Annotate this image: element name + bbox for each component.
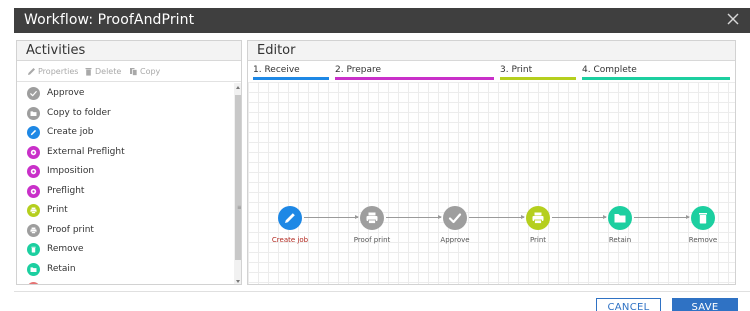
stage-4: 4. Complete [582, 62, 730, 82]
activity-label: Retain [47, 263, 76, 274]
trash-icon [691, 206, 715, 230]
save-button[interactable]: SAVE [672, 298, 738, 311]
activity-label: External Preflight [47, 146, 125, 157]
activity-label: Approve [47, 88, 85, 98]
window-title: Workflow: ProofAndPrint [24, 12, 195, 28]
activity-item[interactable]: Create job [17, 123, 234, 143]
gear-icon [27, 184, 40, 198]
activity-label: Remove [47, 244, 84, 254]
activity-label: Proof print [47, 224, 94, 235]
node-label: Print [529, 236, 547, 244]
copy-label: Copy [140, 67, 161, 76]
node-label: Create job [271, 236, 309, 244]
activity-label: Imposition [47, 166, 95, 176]
pencil-icon [27, 126, 40, 139]
stage-label: 3. Print [500, 65, 533, 75]
editor-title: Editor [257, 43, 296, 58]
activity-item[interactable]: Preflight [17, 182, 234, 202]
stage-bar [500, 77, 576, 80]
pencil-icon [28, 68, 35, 75]
printer-icon [360, 206, 384, 230]
footer-divider [14, 291, 750, 292]
stage-bar [582, 77, 730, 80]
activity-item[interactable]: External Preflight [17, 143, 234, 163]
trash-icon [27, 243, 40, 256]
stage-3: 3. Print [500, 62, 576, 82]
stage-label: 2. Prepare [335, 65, 382, 75]
stage-label: 1. Receive [253, 65, 300, 75]
activities-header: Activities [17, 41, 241, 61]
scroll-up-arrow[interactable] [236, 86, 240, 89]
activity-item[interactable]: Copy to folder [17, 104, 234, 124]
grip-icon: ≡ [237, 204, 242, 211]
stage-label: 4. Complete [582, 65, 637, 75]
activities-toolbar: Properties Delete Copy [17, 62, 241, 82]
gear-icon [27, 165, 40, 178]
node-label: Remove [688, 236, 718, 244]
editor-panel: Editor 1. Receive 2. Prepare 3. Print 4. Co… [247, 40, 736, 285]
activity-label: Copy to folder [47, 107, 111, 118]
workflow-node[interactable]: Create job [260, 206, 320, 246]
printer-icon [27, 223, 40, 237]
activity-label: Preflight [47, 185, 85, 196]
workflow-node[interactable]: Print [508, 206, 568, 246]
activities-title: Activities [26, 43, 86, 58]
close-icon[interactable] [725, 11, 741, 27]
delete-label: Delete [95, 67, 122, 76]
gear-icon [27, 145, 40, 159]
activities-scrollbar[interactable]: ≡ [234, 83, 242, 284]
workflow-canvas[interactable]: Create job Proof print Approve Print Retain R… [248, 82, 735, 284]
title-bar: Workflow: ProofAndPrint [14, 8, 750, 33]
workflow-node[interactable]: Retain [590, 206, 650, 246]
check-icon [27, 87, 40, 100]
activity-item[interactable]: Print [17, 201, 234, 221]
activities-list: Approve Copy to folder Create job External … [17, 83, 234, 284]
copy-icon [130, 68, 138, 76]
pencil-icon [278, 206, 302, 230]
trash-icon [85, 68, 92, 76]
stage-bar [253, 77, 329, 80]
editor-header: Editor [248, 41, 735, 61]
activity-label: Create job [47, 127, 94, 137]
stage-1: 1. Receive [253, 62, 329, 82]
stage-bar [335, 77, 494, 80]
folder-icon [27, 106, 40, 120]
stage-2: 2. Prepare [335, 62, 494, 82]
node-label: Retain [608, 236, 632, 244]
properties-label: Properties [38, 67, 79, 76]
activity-label: Print [47, 205, 68, 215]
activity-item[interactable]: Retain [17, 260, 234, 280]
activity-item[interactable]: Remove [17, 240, 234, 260]
activity-item-partial [27, 282, 40, 284]
activity-item[interactable]: Imposition [17, 162, 234, 182]
check-icon [443, 206, 467, 230]
scrollbar-thumb[interactable]: ≡ [235, 95, 242, 260]
folder-icon [608, 206, 632, 230]
scroll-down-arrow[interactable] [236, 280, 240, 283]
node-label: Approve [440, 236, 470, 244]
workflow-node[interactable]: Approve [425, 206, 485, 246]
workflow-node[interactable]: Proof print [342, 206, 402, 246]
printer-icon [526, 206, 550, 230]
folder-icon [27, 262, 40, 276]
printer-icon [27, 204, 40, 217]
activity-item[interactable]: Approve [17, 84, 234, 104]
workflow-node[interactable]: Remove [673, 206, 733, 246]
node-label: Proof print [353, 236, 391, 244]
activity-item[interactable]: Proof print [17, 221, 234, 241]
activities-panel: Activities Properties Delete Copy Approv… [16, 40, 242, 285]
stage-row: 1. Receive 2. Prepare 3. Print 4. Complete [248, 62, 735, 82]
cancel-button[interactable]: CANCEL [596, 298, 661, 311]
